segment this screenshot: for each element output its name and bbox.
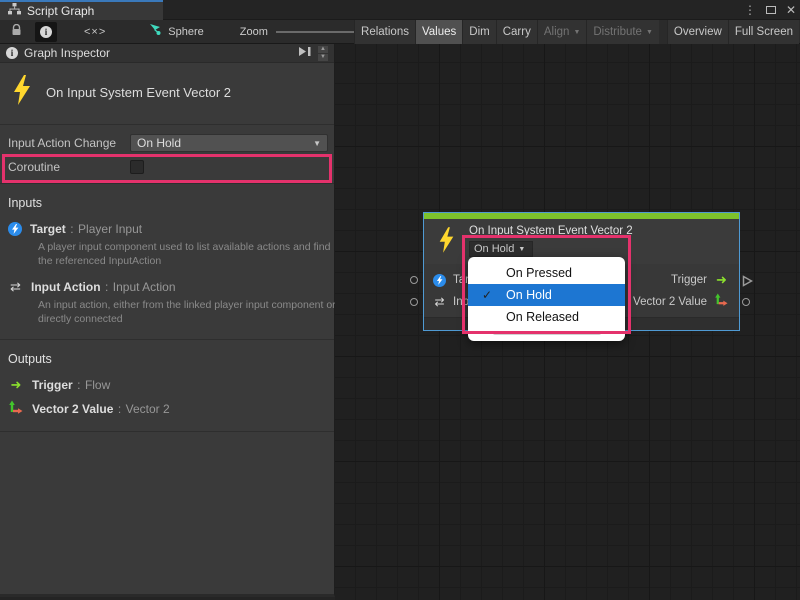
port-name: Trigger xyxy=(32,378,73,392)
chevron-down-icon: ▼ xyxy=(646,29,653,36)
values-button[interactable]: Values xyxy=(415,20,462,44)
dock-panel-icon[interactable] xyxy=(298,44,312,62)
checkmark-icon: ✓ xyxy=(468,288,506,302)
event-type-menu: On Pressed ✓ On Hold On Released xyxy=(468,257,625,341)
spinner-up-icon[interactable]: ▲ xyxy=(318,46,328,53)
node-output-label: Vector 2 Value xyxy=(633,296,707,308)
carry-button[interactable]: Carry xyxy=(496,20,537,44)
coroutine-checkbox[interactable] xyxy=(130,160,144,174)
node-event-type-dropdown[interactable]: On Hold ▼ xyxy=(469,241,533,257)
align-button[interactable]: Align▼ xyxy=(537,20,587,44)
tab-label: Script Graph xyxy=(27,4,94,18)
input-port-target: Target : Player Input A player input com… xyxy=(8,220,326,268)
tab-script-graph[interactable]: Script Graph xyxy=(0,0,163,20)
lock-icon xyxy=(11,23,22,41)
output-port-trigger-socket[interactable] xyxy=(742,274,753,292)
vector2-icon xyxy=(8,400,24,419)
inputs-section-title: Inputs xyxy=(8,196,326,210)
lightning-icon xyxy=(12,75,32,110)
lock-button[interactable] xyxy=(6,22,27,42)
flow-arrow-icon: ➜ xyxy=(714,272,729,288)
input-port-input-action: ⇄ Input Action : Input Action An input a… xyxy=(8,278,326,326)
port-type: Flow xyxy=(85,378,110,392)
input-action-change-label: Input Action Change xyxy=(8,136,130,150)
dim-button[interactable]: Dim xyxy=(462,20,495,44)
output-port-vector2-socket[interactable] xyxy=(742,298,750,306)
node-output-label: Trigger xyxy=(671,274,707,286)
output-port-trigger: ➜ Trigger : Flow xyxy=(8,376,326,394)
graph-inspector-header: i Graph Inspector ▲ ▼ xyxy=(0,44,334,63)
graph-canvas[interactable]: On Input System Event Vector 2 On Hold ▼… xyxy=(335,44,800,600)
graph-asset[interactable]: Sphere xyxy=(149,23,203,41)
info-icon: i xyxy=(40,26,52,38)
graph-toolbar: i <×> Sphere Zoom 1x Relations Values Di… xyxy=(0,20,800,44)
more-icon[interactable]: ⋮ xyxy=(744,3,756,17)
port-name: Vector 2 Value xyxy=(32,402,113,416)
distribute-button[interactable]: Distribute▼ xyxy=(586,20,659,44)
toolbar-right-group: Relations Values Dim Carry Align▼ Distri… xyxy=(354,20,799,44)
player-input-icon xyxy=(8,222,22,236)
node-title: On Input System Event Vector 2 xyxy=(469,225,633,237)
close-icon[interactable]: ✕ xyxy=(786,3,796,17)
chevron-down-icon: ▼ xyxy=(518,246,525,253)
chevron-down-icon: ▼ xyxy=(313,139,321,148)
script-graph-icon xyxy=(8,2,21,20)
info-icon: i xyxy=(6,47,18,59)
code-icon: <×> xyxy=(84,26,106,38)
input-action-change-dropdown[interactable]: On Hold ▼ xyxy=(130,134,328,152)
port-description: A player input component used to list av… xyxy=(38,241,338,268)
code-view-button[interactable]: <×> xyxy=(57,22,111,42)
graph-inspector-title: Graph Inspector xyxy=(24,46,292,60)
input-port-input-action-socket[interactable] xyxy=(410,298,418,306)
coroutine-row: Coroutine xyxy=(0,155,334,179)
toolbar-gap xyxy=(659,20,667,44)
player-input-icon xyxy=(433,274,446,287)
spinner-down-icon[interactable]: ▼ xyxy=(318,54,328,61)
graph-inspector-toggle-button[interactable]: i xyxy=(35,22,57,42)
menu-scroll-hint xyxy=(493,331,601,335)
selected-node-title-block: On Input System Event Vector 2 xyxy=(0,63,334,125)
port-type: Vector 2 xyxy=(126,402,170,416)
port-name: Target xyxy=(30,222,66,236)
flow-arrow-icon: ➜ xyxy=(8,377,24,393)
graph-inspector-panel: i Graph Inspector ▲ ▼ On Input System Ev… xyxy=(0,44,335,597)
zoom-label: Zoom xyxy=(240,26,268,38)
outputs-section: Outputs ➜ Trigger : Flow Vector 2 Value … xyxy=(0,340,334,432)
node-event-type-value: On Hold xyxy=(474,243,514,255)
full-screen-button[interactable]: Full Screen xyxy=(728,20,799,44)
port-description: An input action, either from the linked … xyxy=(38,299,338,326)
port-type: Input Action xyxy=(113,280,176,294)
vector2-icon xyxy=(714,293,729,311)
menu-item-on-pressed[interactable]: On Pressed xyxy=(468,262,625,284)
input-action-change-row: Input Action Change On Hold ▼ xyxy=(0,131,334,155)
node-properties: Input Action Change On Hold ▼ Coroutine xyxy=(0,125,334,184)
input-action-change-value: On Hold xyxy=(137,136,313,150)
window-tab-bar: Script Graph ⋮ ✕ xyxy=(0,0,800,20)
input-action-icon: ⇄ xyxy=(8,279,23,295)
selected-node-title: On Input System Event Vector 2 xyxy=(46,85,231,100)
chevron-down-icon: ▼ xyxy=(573,29,580,36)
relations-button[interactable]: Relations xyxy=(354,20,415,44)
inputs-section: Inputs Target : Player Input A player in… xyxy=(0,184,334,340)
maximize-icon[interactable] xyxy=(766,6,776,14)
output-port-vector2: Vector 2 Value : Vector 2 xyxy=(8,400,326,419)
input-action-icon: ⇄ xyxy=(433,295,446,309)
overview-button[interactable]: Overview xyxy=(667,20,728,44)
graph-asset-icon xyxy=(149,23,162,41)
menu-item-on-hold[interactable]: ✓ On Hold xyxy=(468,284,625,306)
panel-spinner[interactable]: ▲ ▼ xyxy=(318,46,328,61)
menu-item-on-released[interactable]: On Released xyxy=(468,306,625,328)
outputs-section-title: Outputs xyxy=(8,352,326,366)
lightning-icon xyxy=(438,227,455,258)
port-name: Input Action xyxy=(31,280,101,294)
port-type: Player Input xyxy=(78,222,142,236)
graph-asset-name: Sphere xyxy=(168,26,203,38)
input-port-target-socket[interactable] xyxy=(410,276,418,284)
coroutine-label: Coroutine xyxy=(8,160,130,174)
